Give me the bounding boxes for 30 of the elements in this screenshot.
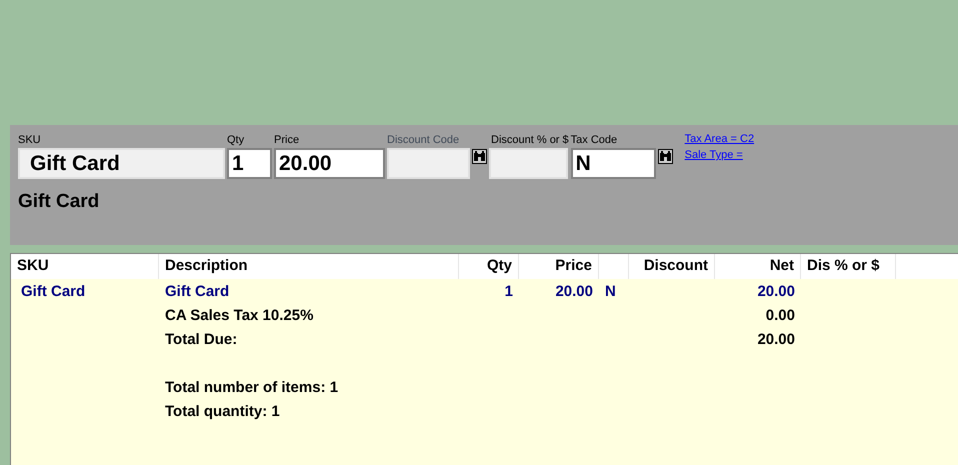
table-cell-text: Total number of items: 1	[165, 378, 338, 398]
column-header[interactable]: Discount	[644, 255, 708, 278]
table-cell-text: 20.00	[757, 330, 795, 350]
field-label: Qty	[227, 133, 246, 148]
field-label: Discount % or $	[490, 133, 569, 148]
column-header[interactable]: Qty	[486, 255, 512, 278]
field-label: SKU	[18, 133, 42, 148]
table-cell-text: Total Due:	[165, 330, 238, 350]
input-field[interactable]: 20.00	[274, 148, 385, 179]
binoculars-icon[interactable]	[658, 149, 673, 164]
input-field[interactable]: N	[570, 148, 656, 179]
table-cell-text: Gift Card	[165, 282, 230, 302]
column-header[interactable]: Description	[165, 255, 248, 278]
input-field[interactable]: 1	[227, 148, 272, 179]
field-label: Price	[274, 133, 300, 148]
table-cell-text: CA Sales Tax 10.25%	[165, 306, 314, 326]
item-description: Gift Card	[18, 190, 100, 214]
table-cell-text: N	[605, 282, 616, 302]
field-label: Discount Code	[387, 133, 460, 148]
table-cell-text: 1	[504, 282, 513, 302]
column-header[interactable]: SKU	[17, 255, 49, 278]
column-header[interactable]: Net	[770, 255, 794, 278]
table-cell-text: Gift Card	[21, 282, 86, 302]
column-header[interactable]: Dis % or $	[807, 255, 880, 278]
table-cell-text: 20.00	[757, 282, 795, 302]
table-cell-text: 20.00	[555, 282, 593, 302]
table-cell-text: Total quantity: 1	[165, 402, 280, 422]
table-cell-text: 0.00	[766, 306, 795, 326]
field-label: Tax Code	[570, 133, 618, 148]
column-header[interactable]: Price	[555, 255, 592, 278]
